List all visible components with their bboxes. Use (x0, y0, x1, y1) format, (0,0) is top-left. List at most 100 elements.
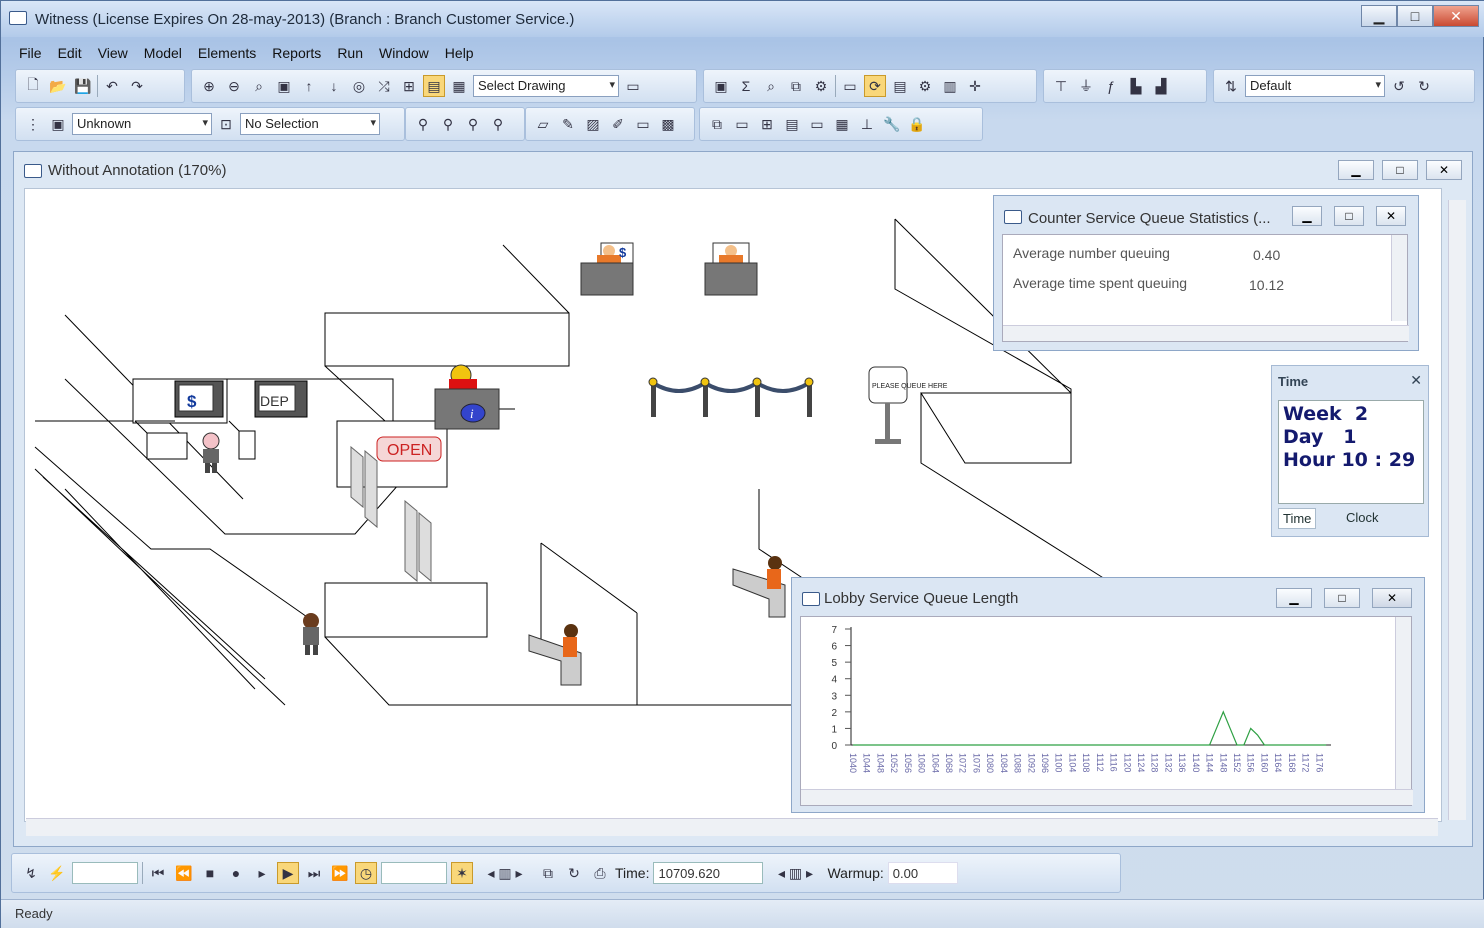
edit-display-icon[interactable]: ✎ (557, 113, 579, 135)
zoom-window-icon[interactable]: ▣ (273, 75, 295, 97)
function-icon[interactable]: ƒ (1100, 75, 1122, 97)
restore-layout-icon[interactable]: ↺ (1388, 75, 1410, 97)
menu-model[interactable]: Model (136, 45, 190, 61)
run-icon[interactable]: ▶ (277, 862, 299, 884)
time-slider[interactable]: ◂ ▥ ▸ (767, 862, 823, 884)
align-icon[interactable]: ⊞ (756, 113, 778, 135)
group-icon[interactable]: ▭ (731, 113, 753, 135)
redo-icon[interactable]: ↷ (126, 75, 148, 97)
open-folder-icon[interactable]: 📂 (47, 75, 69, 97)
display-item-icon[interactable]: ▱ (532, 113, 554, 135)
chart-vertical-scrollbar[interactable] (1395, 617, 1411, 789)
funnel-icon[interactable]: ⏚ (1075, 75, 1097, 97)
model-vertical-scrollbar[interactable] (1448, 200, 1466, 820)
undo-icon[interactable]: ↶ (101, 75, 123, 97)
wrench-icon[interactable]: 🔧 (881, 113, 903, 135)
tree-icon[interactable]: ⋮ (22, 113, 44, 135)
labor-edit-icon[interactable]: ⚲ (437, 113, 459, 135)
stats-minimize-button[interactable]: ▁ (1292, 206, 1322, 226)
step-count-input[interactable] (72, 862, 138, 884)
chart-horizontal-scrollbar[interactable] (801, 789, 1413, 805)
labor-icon[interactable]: ⚲ (412, 113, 434, 135)
menu-window[interactable]: Window (371, 45, 437, 61)
window-icon[interactable]: ▭ (806, 113, 828, 135)
crosshair-icon[interactable]: ✛ (964, 75, 986, 97)
report-icon[interactable]: ▣ (710, 75, 732, 97)
cycle-icon[interactable]: ⟳ (864, 75, 886, 97)
step-back-icon[interactable]: ⏪ (173, 862, 195, 884)
chart-minimize-button[interactable]: ▁ (1276, 588, 1312, 608)
menu-help[interactable]: Help (437, 45, 482, 61)
warmup-input[interactable]: 0.00 (887, 862, 958, 884)
save-icon[interactable]: 💾 (72, 75, 94, 97)
model-minimize-button[interactable]: ▁ (1338, 160, 1374, 180)
refresh-icon[interactable]: ◎ (348, 75, 370, 97)
step-icon[interactable]: ↯ (20, 862, 42, 884)
menu-elements[interactable]: Elements (190, 45, 264, 61)
layout-select[interactable]: Default (1245, 75, 1385, 97)
grid-icon[interactable]: ▦ (831, 113, 853, 135)
speed-slider[interactable]: ◂ ▥ ▸ (477, 862, 533, 884)
drawing-select[interactable]: Select Drawing (473, 75, 619, 97)
stats-vertical-scrollbar[interactable] (1391, 235, 1407, 321)
tab-clock[interactable]: Clock (1342, 508, 1383, 527)
rotate-icon[interactable]: ↻ (563, 862, 585, 884)
chart-maximize-button[interactable]: □ (1324, 588, 1360, 608)
cycle-layout-icon[interactable]: ↻ (1413, 75, 1435, 97)
model-maximize-button[interactable]: □ (1382, 160, 1418, 180)
zoom-fit-icon[interactable]: ⌕ (248, 75, 270, 97)
tab-time[interactable]: Time (1278, 508, 1317, 529)
animation-icon[interactable]: ✶ (451, 862, 473, 884)
menu-reports[interactable]: Reports (264, 45, 329, 61)
move-up-icon[interactable]: ↑ (298, 75, 320, 97)
lock-icon[interactable]: 🔒 (906, 113, 928, 135)
minimize-button[interactable]: ▁ (1361, 5, 1397, 27)
simulation-canvas[interactable]: $ DEP OPEN i $ PLEASE QUEUE HERE Counter… (24, 188, 1442, 822)
copy-icon[interactable]: ⧉ (537, 862, 559, 884)
pin-icon[interactable]: ⇅ (1220, 75, 1242, 97)
gear-icon[interactable]: ⚙ (914, 75, 936, 97)
model-close-button[interactable]: ✕ (1426, 160, 1462, 180)
wizard-icon[interactable]: ⚙ (810, 75, 832, 97)
time-panel-close-icon[interactable]: ✕ (1410, 372, 1422, 389)
paint-icon[interactable]: ✐ (607, 113, 629, 135)
element-type-icon[interactable]: ▣ (47, 113, 69, 135)
reset-icon[interactable]: ⏮ (147, 862, 169, 884)
routes-icon[interactable]: ⤮ (373, 75, 395, 97)
draw-mode-icon[interactable]: ▭ (622, 75, 644, 97)
page-icon[interactable]: ▭ (839, 75, 861, 97)
stats-maximize-button[interactable]: □ (1334, 206, 1364, 226)
display-icon[interactable]: ▦ (448, 75, 470, 97)
script-icon[interactable]: ▤ (889, 75, 911, 97)
network-icon[interactable]: ⊞ (398, 75, 420, 97)
stats-close-button[interactable]: ✕ (1376, 206, 1406, 226)
batch-icon[interactable]: ⚡ (46, 862, 68, 884)
selection-select[interactable]: No Selection (240, 113, 380, 135)
record-icon[interactable]: ● (225, 862, 247, 884)
histogram-icon[interactable]: ▙ (1125, 75, 1147, 97)
time-input[interactable]: 10709.620 (653, 862, 764, 884)
timeseries-icon[interactable]: ▟ (1150, 75, 1172, 97)
skip-icon[interactable]: ⏭ (303, 862, 325, 884)
new-file-icon[interactable]: 🗋 (22, 75, 44, 97)
move-down-icon[interactable]: ↓ (323, 75, 345, 97)
distribute-icon[interactable]: ▤ (781, 113, 803, 135)
close-button[interactable]: ✕ (1433, 5, 1479, 27)
clock-icon[interactable]: ◷ (355, 862, 377, 884)
layer-icon[interactable]: ▤ (423, 75, 445, 97)
maximize-button[interactable]: □ (1397, 5, 1433, 27)
print-icon[interactable]: ⎙ (589, 862, 611, 884)
labor-walk-icon[interactable]: ⚲ (487, 113, 509, 135)
menu-view[interactable]: View (90, 45, 136, 61)
element-type-select[interactable]: Unknown (72, 113, 212, 135)
model-horizontal-scrollbar[interactable] (26, 818, 1438, 836)
chart-icon[interactable]: ▥ (939, 75, 961, 97)
fast-forward-icon[interactable]: ⏩ (329, 862, 351, 884)
step-forward-icon[interactable]: ▸ (251, 862, 273, 884)
picture-icon[interactable]: ▨ (582, 113, 604, 135)
table-icon[interactable]: ⊤ (1050, 75, 1072, 97)
stop-icon[interactable]: ■ (199, 862, 221, 884)
find-icon[interactable]: ⌕ (760, 75, 782, 97)
bring-front-icon[interactable]: ⧉ (706, 113, 728, 135)
run-to-input[interactable] (381, 862, 447, 884)
